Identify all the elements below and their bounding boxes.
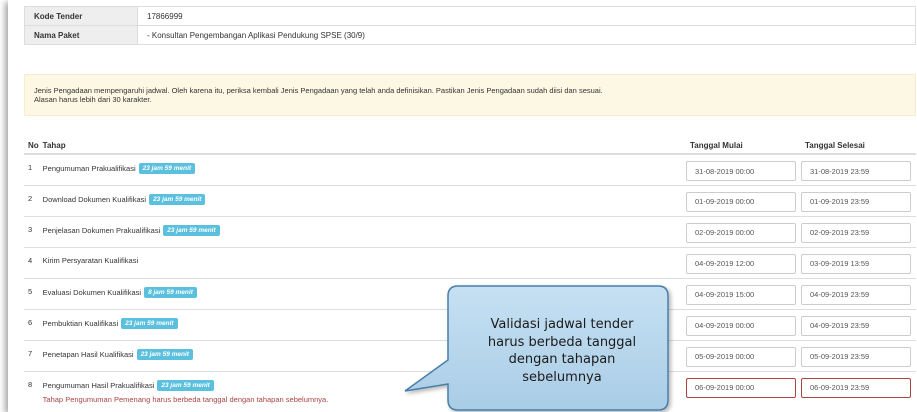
duration-badge: 8 jam 59 menit — [144, 286, 197, 298]
tahap-cell: Evaluasi Dokumen Kualifikasi 8 jam 59 men… — [42, 277, 686, 309]
tahap-label: Pembuktian Kualifikasi — [42, 318, 119, 328]
mulai-cell — [686, 277, 801, 309]
selesai-cell — [801, 184, 916, 216]
tanggal-selesai-input[interactable] — [801, 253, 911, 274]
row-number: 7 — [24, 339, 43, 371]
validation-error-message: Tahap Pengumuman Pemenang harus berbeda … — [42, 394, 329, 404]
row-number: 2 — [24, 184, 43, 216]
mulai-cell — [686, 153, 801, 185]
tahap-label: Pengumuman Hasil Prakualifikasi — [42, 380, 155, 390]
nama-paket-label: Nama Paket — [24, 25, 138, 45]
duration-badge: 23 jam 59 menit — [149, 193, 206, 205]
duration-badge: 23 jam 59 menit — [138, 163, 196, 174]
table-row: 5 Evaluasi Dokumen Kualifikasi 8 jam 59 m… — [24, 277, 916, 309]
selesai-cell — [801, 215, 916, 247]
duration-badge: 23 jam 59 menit — [136, 348, 193, 360]
callout-line-2: harus berbeda tanggal — [487, 334, 637, 350]
tanggal-mulai-input[interactable] — [686, 222, 796, 243]
kode-tender-value: 17866999 — [137, 6, 916, 26]
selesai-cell — [801, 370, 916, 404]
row-number: 8 — [24, 370, 43, 404]
tanggal-selesai-input[interactable] — [801, 284, 911, 305]
tanggal-mulai-input[interactable] — [686, 161, 796, 181]
callout-text: Validasi jadwal tender harus berbeda tan… — [462, 316, 662, 386]
mulai-cell — [686, 246, 801, 278]
tahap-cell: Kirim Persyaratan Kualifikasi — [42, 246, 686, 278]
tahap-cell: Download Dokumen Kualifikasi 23 jam 59 me… — [42, 184, 686, 216]
tanggal-selesai-input[interactable] — [801, 377, 911, 398]
header-tanggal-selesai: Tanggal Selesai — [801, 137, 916, 155]
row-number: 3 — [24, 215, 43, 247]
tanggal-mulai-input[interactable] — [686, 191, 796, 212]
selesai-cell — [801, 153, 916, 185]
selesai-cell — [801, 277, 916, 309]
tahap-label: Penetapan Hasil Kualifikasi — [42, 349, 134, 359]
tanggal-selesai-input[interactable] — [801, 191, 911, 212]
tender-info-table: Kode Tender 17866999 Nama Paket - Konsul… — [24, 6, 916, 45]
header-no: No — [24, 137, 43, 155]
mulai-cell — [686, 339, 801, 371]
mulai-cell — [686, 215, 801, 247]
table-row: 4 Kirim Persyaratan Kualifikasi — [24, 246, 916, 278]
tanggal-selesai-input[interactable] — [801, 161, 911, 181]
callout-line-1: Validasi jadwal tender — [490, 317, 634, 332]
row-number: 6 — [24, 308, 43, 340]
tahap-label: Download Dokumen Kualifikasi — [42, 194, 147, 204]
table-row: 2 Download Dokumen Kualifikasi 23 jam 59 … — [24, 184, 916, 216]
tanggal-selesai-input[interactable] — [801, 346, 911, 367]
kode-tender-label: Kode Tender — [24, 6, 138, 26]
tahap-label: Penjelasan Dokumen Prakualifikasi — [42, 225, 161, 235]
table-row: 3 Penjelasan Dokumen Prakualifikasi 23 ja… — [24, 215, 916, 247]
tahap-label: Kirim Persyaratan Kualifikasi — [42, 255, 139, 265]
info-row-kode: Kode Tender 17866999 — [24, 6, 916, 26]
selesai-cell — [801, 308, 916, 340]
info-row-nama: Nama Paket - Konsultan Pengembangan Apli… — [24, 25, 916, 45]
selesai-cell — [801, 339, 916, 371]
callout-line-3: dengan tahapan — [508, 352, 616, 367]
tanggal-selesai-input[interactable] — [801, 222, 911, 243]
tanggal-mulai-input[interactable] — [686, 346, 796, 367]
nama-paket-value: - Konsultan Pengembangan Aplikasi Penduk… — [137, 25, 916, 45]
tahap-cell: Pengumuman Prakualifikasi 23 jam 59 menit — [42, 153, 686, 185]
warning-line-2: Alasan harus lebih dari 30 karakter. — [34, 95, 152, 104]
header-tanggal-mulai: Tanggal Mulai — [686, 137, 801, 155]
row-number: 4 — [24, 246, 43, 278]
mulai-cell — [686, 184, 801, 216]
warning-alert: Jenis Pengadaan mempengaruhi jadwal. Ole… — [24, 74, 916, 116]
header-tahap: Tahap — [42, 137, 686, 155]
table-row: 1 Pengumuman Prakualifikasi 23 jam 59 men… — [24, 153, 916, 185]
tanggal-mulai-input[interactable] — [686, 284, 796, 305]
row-number: 5 — [24, 277, 43, 309]
duration-badge: 23 jam 59 menit — [121, 317, 178, 329]
tahap-label: Pengumuman Prakualifikasi — [42, 164, 136, 173]
row-number: 1 — [24, 153, 43, 185]
duration-badge: 23 jam 59 menit — [157, 379, 214, 391]
warning-line-1: Jenis Pengadaan mempengaruhi jadwal. Ole… — [34, 86, 603, 95]
tanggal-selesai-input[interactable] — [801, 315, 911, 336]
callout-line-4: sebelumnya — [522, 369, 602, 385]
selesai-cell — [801, 246, 916, 278]
tanggal-mulai-input[interactable] — [686, 253, 796, 274]
mulai-cell — [686, 370, 801, 404]
mulai-cell — [686, 308, 801, 340]
tanggal-mulai-input[interactable] — [686, 377, 796, 398]
schedule-header: No Tahap Tanggal Mulai Tanggal Selesai — [24, 137, 916, 155]
tahap-label: Evaluasi Dokumen Kualifikasi — [42, 287, 142, 297]
tanggal-mulai-input[interactable] — [686, 315, 796, 336]
duration-badge: 23 jam 59 menit — [163, 224, 220, 236]
tahap-cell: Penjelasan Dokumen Prakualifikasi 23 jam … — [42, 215, 686, 247]
